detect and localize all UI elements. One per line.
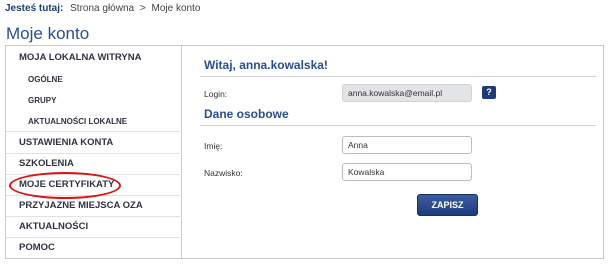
breadcrumb-current: Moje konto xyxy=(151,3,201,14)
sidebar-item-trainings[interactable]: SZKOLENIA xyxy=(6,154,182,175)
breadcrumb-lead: Jesteś tutaj: xyxy=(5,3,64,14)
welcome-heading: Witaj, anna.kowalska! xyxy=(204,58,328,72)
divider xyxy=(200,76,596,77)
personal-data-heading: Dane osobowe xyxy=(204,107,289,121)
divider xyxy=(200,125,596,126)
last-name-label: Nazwisko: xyxy=(204,168,243,178)
login-field[interactable] xyxy=(342,84,472,102)
sidebar-subitem-local-news[interactable]: AKTUALNOŚCI LOKALNE xyxy=(6,112,182,132)
sidebar-item-my-certificates[interactable]: MOJE CERTYFIKATY xyxy=(6,175,182,196)
sidebar-subitem-general[interactable]: OGÓLNE xyxy=(6,70,182,90)
sidebar-item-help[interactable]: POMOC xyxy=(6,238,182,259)
breadcrumb: Jesteś tutaj: Strona główna > Moje konto xyxy=(5,3,200,14)
sidebar-subitem-groups[interactable]: GRUPY xyxy=(6,91,182,111)
last-name-field[interactable] xyxy=(342,163,472,181)
breadcrumb-separator: > xyxy=(139,3,146,14)
account-main: Witaj, anna.kowalska! Login: ? Dane osob… xyxy=(192,46,598,258)
sidebar-item-account-settings[interactable]: USTAWIENIA KONTA xyxy=(6,133,182,154)
page-title: Moje konto xyxy=(6,24,90,43)
account-sidebar: MOJA LOKALNA WITRYNA OGÓLNE GRUPY AKTUAL… xyxy=(6,46,182,258)
first-name-field[interactable] xyxy=(342,136,472,154)
help-icon[interactable]: ? xyxy=(482,86,496,99)
first-name-label: Imię: xyxy=(204,141,223,151)
save-button[interactable]: ZAPISZ xyxy=(417,194,478,216)
account-panel: MOJA LOKALNA WITRYNA OGÓLNE GRUPY AKTUAL… xyxy=(5,45,604,259)
breadcrumb-home-link[interactable]: Strona główna xyxy=(70,3,134,14)
sidebar-item-news[interactable]: AKTUALNOŚCI xyxy=(6,217,182,238)
login-label: Login: xyxy=(204,89,228,99)
sidebar-item-local-site[interactable]: MOJA LOKALNA WITRYNA xyxy=(6,48,182,69)
sidebar-item-friendly-places[interactable]: PRZYJAZNE MIEJSCA OZA xyxy=(6,196,182,217)
